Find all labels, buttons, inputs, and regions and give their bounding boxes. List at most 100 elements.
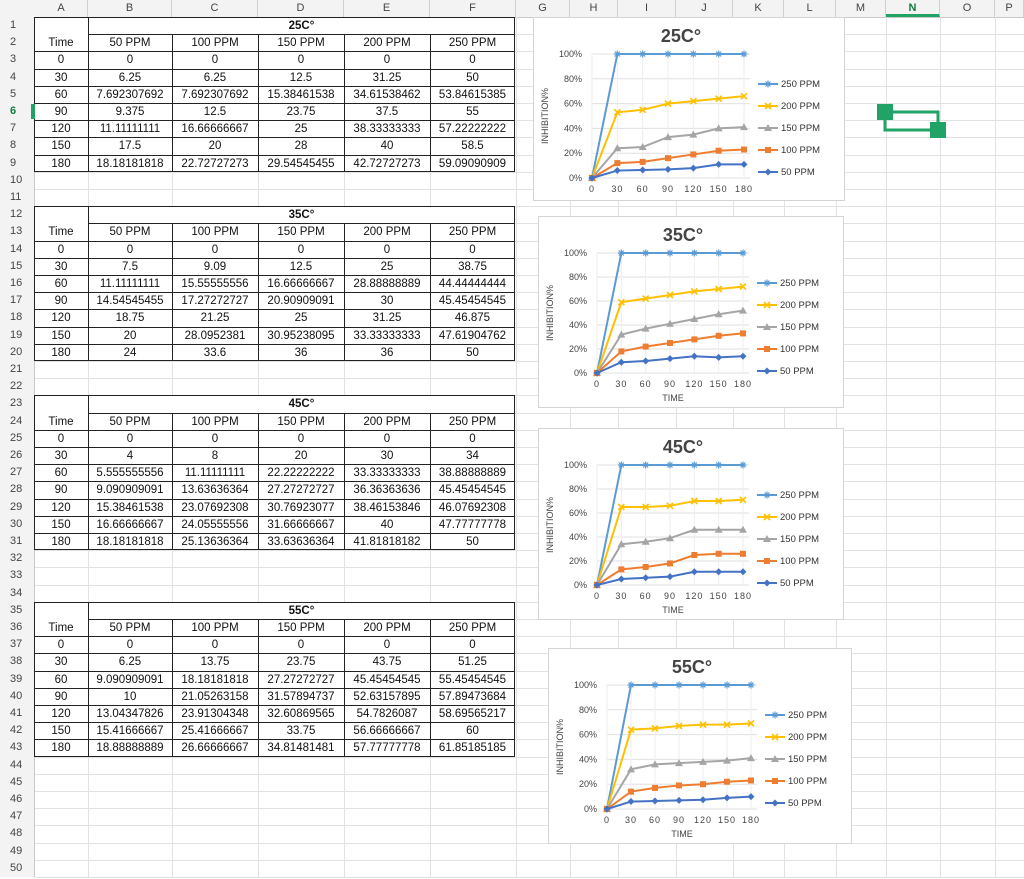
table-title[interactable]: 25C° [88, 19, 515, 33]
table-cell[interactable]: 15.38461538 [258, 88, 344, 102]
table-cell[interactable]: 54.7826087 [344, 707, 430, 721]
table-cell[interactable]: 22.72727273 [172, 157, 258, 171]
table-cell[interactable]: 25 [344, 260, 430, 274]
column-header-a[interactable]: A [35, 0, 88, 17]
table-cell[interactable]: 0 [34, 638, 88, 652]
table-cell[interactable]: 16.66666667 [172, 122, 258, 136]
table-cell[interactable]: 120 [34, 707, 88, 721]
table-cell[interactable]: 6.25 [88, 655, 172, 669]
row-header-19[interactable]: 19 [0, 329, 34, 346]
table-cell[interactable]: 50 [430, 535, 515, 549]
legend-item[interactable]: 200 PPM [758, 101, 820, 112]
table-cell[interactable]: 17.27272727 [172, 294, 258, 308]
row-header-6[interactable]: 6 [0, 105, 34, 122]
table-cell[interactable]: 20.90909091 [258, 294, 344, 308]
column-header-o[interactable]: O [940, 0, 995, 17]
column-header-b[interactable]: B [88, 0, 172, 17]
table-cell[interactable]: 33.33333333 [344, 466, 430, 480]
row-header-34[interactable]: 34 [0, 587, 34, 604]
table-cell[interactable]: 38.88888889 [430, 466, 515, 480]
row-header-39[interactable]: 39 [0, 673, 34, 690]
table-cell[interactable]: 7.692307692 [88, 88, 172, 102]
table-header-cell[interactable]: 150 PPM [258, 621, 344, 635]
table-cell[interactable]: 0 [88, 432, 172, 446]
table-header-cell[interactable]: 150 PPM [258, 36, 344, 50]
table-cell[interactable]: 16.66666667 [88, 518, 172, 532]
legend-item[interactable]: 100 PPM [757, 556, 819, 567]
row-header-31[interactable]: 31 [0, 535, 34, 552]
table-cell[interactable]: 40 [344, 518, 430, 532]
column-header-g[interactable]: G [516, 0, 570, 17]
table-cell[interactable]: 180 [34, 535, 88, 549]
table-cell[interactable]: 24.05555556 [172, 518, 258, 532]
table-cell[interactable]: 30 [34, 260, 88, 274]
row-header-21[interactable]: 21 [0, 363, 34, 380]
table-header-cell[interactable]: 150 PPM [258, 415, 344, 429]
table-cell[interactable]: 28 [258, 139, 344, 153]
table-cell[interactable]: 9.09 [172, 260, 258, 274]
table-cell[interactable]: 15.41666667 [88, 724, 172, 738]
table-header-cell[interactable]: Time [34, 621, 88, 635]
table-header-cell[interactable]: Time [34, 36, 88, 50]
table-cell[interactable]: 60 [430, 724, 515, 738]
table-cell[interactable]: 47.77777778 [430, 518, 515, 532]
table-cell[interactable]: 90 [34, 483, 88, 497]
table-cell[interactable]: 58.69565217 [430, 707, 515, 721]
table-cell[interactable]: 38.46153846 [344, 501, 430, 515]
table-cell[interactable]: 36.36363636 [344, 483, 430, 497]
legend-item[interactable]: 250 PPM [757, 490, 819, 501]
table-header-cell[interactable]: Time [34, 225, 88, 239]
table-cell[interactable]: 150 [34, 518, 88, 532]
table-cell[interactable]: 10 [88, 690, 172, 704]
line-chart[interactable]: 55C° INHIBITION% 0% 20% 40% 60% 80% 100% 0 30 60 90… [548, 648, 852, 844]
table-cell[interactable]: 30 [34, 655, 88, 669]
table-header-cell[interactable]: 50 PPM [88, 621, 172, 635]
row-header-29[interactable]: 29 [0, 501, 34, 518]
row-header-37[interactable]: 37 [0, 638, 34, 655]
legend-item[interactable]: 100 PPM [757, 344, 819, 355]
table-cell[interactable]: 53.84615385 [430, 88, 515, 102]
row-header-1[interactable]: 1 [0, 19, 34, 36]
table-cell[interactable]: 20 [258, 449, 344, 463]
column-header-i[interactable]: I [618, 0, 676, 17]
legend-item[interactable]: 200 PPM [757, 512, 819, 523]
table-header-cell[interactable]: 50 PPM [88, 415, 172, 429]
table-cell[interactable]: 180 [34, 741, 88, 755]
table-cell[interactable]: 0 [88, 53, 172, 67]
column-header-j[interactable]: J [676, 0, 733, 17]
table-cell[interactable]: 42.72727273 [344, 157, 430, 171]
table-cell[interactable]: 0 [172, 638, 258, 652]
table-cell[interactable]: 20 [88, 329, 172, 343]
table-cell[interactable]: 180 [34, 346, 88, 360]
table-header-cell[interactable]: 50 PPM [88, 225, 172, 239]
legend-item[interactable]: 50 PPM [758, 167, 815, 178]
table-cell[interactable]: 0 [172, 243, 258, 257]
table-cell[interactable]: 34 [430, 449, 515, 463]
selection-handle-icon[interactable] [872, 100, 952, 145]
row-header-3[interactable]: 3 [0, 53, 34, 70]
row-header-23[interactable]: 23 [0, 397, 34, 414]
legend-item[interactable]: 150 PPM [757, 322, 819, 333]
legend-item[interactable]: 200 PPM [757, 300, 819, 311]
column-header-c[interactable]: C [172, 0, 258, 17]
table-cell[interactable]: 36 [344, 346, 430, 360]
table-cell[interactable]: 28.88888889 [344, 277, 430, 291]
legend-item[interactable]: 50 PPM [765, 798, 822, 809]
table-cell[interactable]: 50 [430, 346, 515, 360]
table-header-cell[interactable]: 200 PPM [344, 415, 430, 429]
line-chart[interactable]: 25C° INHIBITION% 0% 20% 40% 60% 80% 100% 0 30 60 90… [533, 17, 845, 201]
table-cell[interactable]: 28.0952381 [172, 329, 258, 343]
row-header-33[interactable]: 33 [0, 569, 34, 586]
row-header-45[interactable]: 45 [0, 776, 34, 793]
table-cell[interactable]: 33.33333333 [344, 329, 430, 343]
table-cell[interactable]: 45.45454545 [430, 294, 515, 308]
table-cell[interactable]: 23.07692308 [172, 501, 258, 515]
table-cell[interactable]: 30.95238095 [258, 329, 344, 343]
table-header-cell[interactable]: 250 PPM [430, 36, 515, 50]
table-cell[interactable]: 17.5 [88, 139, 172, 153]
table-cell[interactable]: 30 [34, 449, 88, 463]
table-cell[interactable]: 30 [344, 449, 430, 463]
table-title[interactable]: 35C° [88, 208, 515, 222]
table-cell[interactable]: 40 [344, 139, 430, 153]
table-cell[interactable]: 12.5 [172, 105, 258, 119]
